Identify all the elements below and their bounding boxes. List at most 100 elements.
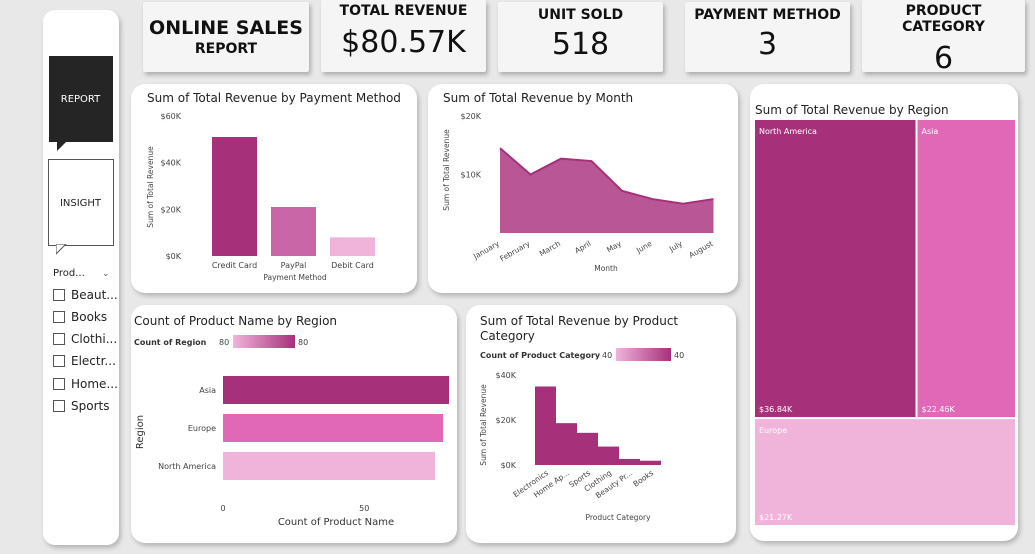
y-tick-label: $40K (160, 159, 181, 168)
y-tick-label: $0K (166, 252, 182, 261)
chart-title: Sum of Total Revenue by Payment Method (147, 91, 401, 105)
insight-nav-label: INSIGHT (59, 198, 102, 209)
treemap-label: Europe (759, 426, 787, 435)
chart-title: Sum of Total Revenue by Month (443, 91, 634, 105)
insight-nav-pointer (56, 244, 67, 255)
report-title-line1: ONLINE SALES (149, 17, 303, 39)
product-category-chart[interactable]: Count of Product Category 40 40$0K$20K$40K… (466, 345, 736, 540)
x-tick-label: April (573, 239, 592, 255)
legend-title: Count of Region (134, 338, 207, 347)
product-by-region-chart[interactable]: Count of Region 80 80 Asia Europe North Ameri… (131, 330, 457, 535)
bar (271, 207, 316, 256)
bar (223, 452, 435, 480)
y-axis-label: Sum of Total Revenue (146, 146, 155, 228)
kpi-product-category: PRODUCT CATEGORY 6 (862, 0, 1025, 76)
month-chart[interactable]: $10K $20K JanuaryFebruary March April May June… (428, 105, 738, 290)
treemap-cell (755, 120, 916, 418)
report-title-line2: REPORT (194, 41, 258, 57)
slicer-item[interactable]: Books (53, 310, 107, 324)
x-axis-label: Product Category (585, 513, 651, 522)
treemap-value-label: $22.46K (922, 405, 956, 414)
x-tick-label: August (687, 239, 714, 260)
slicer-item-label: Electr... (71, 354, 116, 368)
x-tick-label: March (538, 239, 563, 258)
kpi-value: 518 (551, 27, 610, 62)
y-axis-label: Sum of Total Revenue (442, 129, 451, 211)
x-axis-label: Month (594, 264, 618, 273)
bar (640, 460, 661, 465)
slicer-header-label: Prod... (53, 268, 85, 279)
y-tick-label: $60K (160, 112, 181, 121)
bar (223, 376, 449, 404)
x-tick-label: Books (631, 468, 655, 488)
checkbox-icon (53, 355, 65, 367)
x-axis-label: Count of Product Name (278, 517, 394, 528)
slicer-item[interactable]: Sports (53, 399, 109, 413)
kpi-payment-method: PAYMENT METHOD 3 (685, 2, 850, 72)
legend-max-label: 80 (298, 338, 308, 347)
kpi-value: 3 (757, 27, 778, 62)
kpi-value: $80.57K (341, 25, 466, 60)
bar (223, 414, 443, 442)
x-tick-label: June (634, 239, 654, 256)
slicer-item[interactable]: Clothi... (53, 332, 117, 346)
x-tick-label: 0 (220, 504, 225, 513)
x-tick-label: February (498, 239, 532, 264)
bar (330, 237, 375, 256)
x-tick-label: 50 (359, 504, 369, 513)
kpi-unit-sold: UNIT SOLD 518 (498, 2, 663, 72)
slicer-item[interactable]: Beaut... (53, 288, 118, 302)
y-tick-label: Europe (188, 424, 216, 433)
y-tick-label: $20K (495, 416, 516, 425)
y-axis-label: Region (135, 415, 146, 449)
payment-method-chart[interactable]: $0K $20K $40K $60K Credit Card PayPal Debit Ca… (131, 105, 417, 290)
kpi-label: PRODUCT CATEGORY (902, 3, 985, 35)
x-tick-label: May (605, 239, 623, 255)
y-tick-label: Asia (199, 386, 216, 395)
area-series (500, 148, 714, 233)
treemap-cell (755, 419, 1015, 525)
slicer-item[interactable]: Home... (53, 377, 118, 391)
chevron-down-icon: ⌄ (101, 269, 110, 279)
x-tick-label: January (471, 239, 501, 262)
x-tick-label: Debit Card (331, 261, 374, 270)
y-tick-label: $20K (460, 112, 481, 121)
legend-max-label: 40 (674, 351, 684, 360)
region-treemap[interactable]: North America $36.84K Asia $22.46K Europe $21… (755, 120, 1015, 525)
slicer-item-label: Home... (71, 377, 118, 391)
report-nav-label: REPORT (60, 94, 101, 105)
y-tick-label: $20K (160, 205, 181, 214)
legend-gradient (233, 335, 295, 348)
y-tick-label: $0K (501, 461, 517, 470)
kpi-value: 6 (933, 41, 954, 76)
checkbox-icon (53, 333, 65, 345)
chart-title: Sum of Total Revenue by Region (755, 103, 949, 117)
treemap-value-label: $36.84K (759, 405, 793, 414)
slicer-item-label: Books (71, 310, 108, 324)
legend-min-label: 80 (219, 338, 229, 347)
slicer-item-label: Beaut... (71, 288, 118, 302)
slicer-item-label: Clothi... (71, 332, 118, 346)
checkbox-icon (53, 311, 65, 323)
report-nav-pointer (57, 141, 67, 151)
checkbox-icon (53, 289, 65, 301)
treemap-cell (917, 120, 1015, 418)
legend-gradient (616, 348, 671, 361)
slicer-item-label: Sports (71, 399, 110, 413)
slicer-header[interactable]: Prod... ⌄ (53, 268, 109, 279)
bar (212, 137, 257, 256)
x-tick-label: July (667, 239, 685, 254)
slicer-item[interactable]: Electr... (53, 354, 116, 368)
y-tick-label: $10K (460, 171, 481, 180)
kpi-total-revenue: TOTAL REVENUE $80.57K (321, 0, 486, 72)
checkbox-icon (53, 378, 65, 390)
bar (577, 432, 598, 465)
y-tick-label: $40K (495, 371, 516, 380)
x-tick-label: PayPal (281, 261, 307, 270)
legend-title: Count of Product Category (480, 351, 601, 360)
treemap-value-label: $21.27K (759, 513, 793, 522)
bar (598, 446, 619, 465)
kpi-label: TOTAL REVENUE (339, 3, 468, 19)
y-tick-label: North America (158, 462, 216, 471)
bar (619, 458, 640, 465)
